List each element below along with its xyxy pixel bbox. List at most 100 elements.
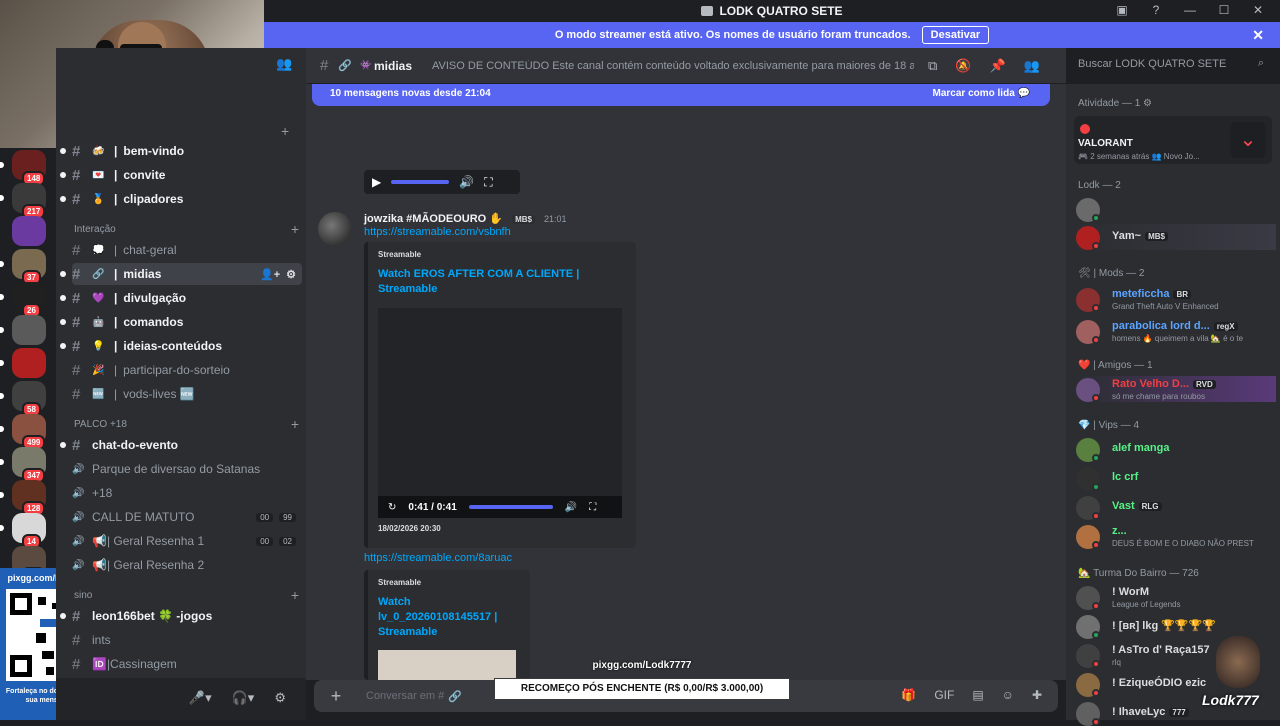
volume-icon[interactable]: 🔊 xyxy=(565,502,577,513)
category-palco[interactable]: PALCO +18 + xyxy=(74,417,299,431)
channel-palco-4[interactable]: 🔊 📢| Geral Resenha 1 00 02 xyxy=(72,530,302,552)
activity-card[interactable]: VALORANT 🎮 2 semanas atrás 👥 Novo Jo... … xyxy=(1074,116,1272,164)
fullscreen-icon[interactable]: ⛶ xyxy=(484,175,492,190)
members-toggle-icon[interactable]: 👥 xyxy=(276,56,296,72)
gear-icon[interactable]: ⚙ xyxy=(286,268,296,281)
minimize-button[interactable]: — xyxy=(1182,3,1198,17)
message-author[interactable]: jowzika #MÃODEOURO ✋ xyxy=(364,213,503,225)
add-attachment-icon[interactable]: + xyxy=(314,686,358,707)
threads-icon[interactable]: ⧉ xyxy=(928,58,937,74)
member-row[interactable]: Vast RLG xyxy=(1076,494,1276,520)
member-row[interactable]: z... DEUS É BOM E O DIABO NÃO PREST xyxy=(1076,523,1276,549)
add-channel-icon[interactable]: + xyxy=(291,588,299,602)
add-channel-icon[interactable]: + xyxy=(281,124,289,138)
headphones-icon[interactable]: 🎧▾ xyxy=(232,690,255,706)
message-link[interactable]: https://streamable.com/8aruac xyxy=(364,552,512,564)
member-row[interactable]: lc crf xyxy=(1076,465,1276,491)
composer-placeholder: Conversar em # xyxy=(366,690,445,702)
channel-top-0[interactable]: # 🍻 | bem-vindo xyxy=(60,140,302,162)
member-row[interactable]: parabolica lord d... regX homens 🔥 queimem… xyxy=(1076,318,1276,344)
channel-cassino-2[interactable]: # 🆔|Cassinagem xyxy=(72,653,302,675)
avatar[interactable] xyxy=(318,212,352,246)
channel-emoji: 🔗 xyxy=(92,268,105,280)
streamer-mode-message: O modo streamer está ativo. Os nomes de … xyxy=(554,29,911,41)
disable-streamer-button[interactable]: Desativar xyxy=(921,26,990,44)
channel-topic[interactable]: AVISO DE CONTEÚDO Este canal contém cont… xyxy=(432,60,914,72)
channel-palco-2[interactable]: 🔊 +18 xyxy=(72,482,302,504)
channel-palco-3[interactable]: 🔊 CALL DE MATUTO 00 99 xyxy=(72,506,302,528)
add-channel-icon[interactable]: + xyxy=(291,222,299,236)
search-input[interactable]: Buscar LODK QUATRO SETE ⌕ xyxy=(1068,54,1272,76)
category-cassino[interactable]: sino + xyxy=(74,588,299,602)
close-icon[interactable]: ✕ xyxy=(1252,22,1264,48)
video-thumbnail[interactable] xyxy=(378,650,516,680)
member-row[interactable]: alef manga xyxy=(1076,436,1276,462)
video-progress[interactable] xyxy=(468,505,553,509)
fullscreen-icon[interactable]: ⛶ xyxy=(589,502,596,513)
channel-interacao-3[interactable]: # 🤖 | comandos xyxy=(60,311,302,333)
channel-interacao-4[interactable]: # 💡 | ideias-conteúdos xyxy=(60,335,302,357)
member-row[interactable]: ! WorM League of Legends xyxy=(1076,584,1276,610)
gif-icon[interactable]: GIF xyxy=(934,688,954,702)
maximize-button[interactable]: ☐ xyxy=(1216,3,1232,17)
member-tag: BR xyxy=(1173,290,1192,299)
server-icon[interactable]: 58 xyxy=(0,381,46,417)
server-icon[interactable]: 26 xyxy=(0,282,46,318)
audio-progress[interactable] xyxy=(391,180,450,184)
channel-interacao-1[interactable]: # 🔗 | midias 👤+ ⚙ xyxy=(60,263,302,285)
member-row[interactable]: meteficcha BR Grand Theft Auto V Enhanced xyxy=(1076,286,1276,312)
mute-bell-icon[interactable]: 🔕 xyxy=(955,58,971,74)
channel-cassino-0[interactable]: # leon166bet 🍀 -jogos xyxy=(60,605,302,627)
help-icon[interactable]: ? xyxy=(1148,3,1164,17)
channel-interacao-2[interactable]: # 💜 | divulgação xyxy=(60,287,302,309)
server-icon[interactable]: 499 xyxy=(0,414,46,450)
server-icon[interactable]: 128 xyxy=(0,480,46,516)
inbox-icon[interactable]: ▣ xyxy=(1114,3,1130,17)
channel-top-1[interactable]: # 💌 | convite xyxy=(60,164,302,186)
channel-interacao-0[interactable]: # 💭 | chat-geral xyxy=(72,239,302,261)
add-channel-icon[interactable]: + xyxy=(291,417,299,431)
channel-name: bem-vindo xyxy=(123,144,185,158)
invite-icon[interactable]: 👤+ xyxy=(260,268,280,281)
member-row[interactable] xyxy=(1076,196,1276,222)
replay-icon[interactable]: ↻ xyxy=(388,502,396,513)
category-interacao[interactable]: Interação + xyxy=(74,222,299,236)
hash-icon: # xyxy=(72,142,81,160)
channel-palco-0[interactable]: # chat-do-evento xyxy=(60,434,302,456)
channel-interacao-6[interactable]: # 🆕 | vods-lives 🆕 xyxy=(72,383,302,405)
channel-name: convite xyxy=(123,168,166,182)
server-icon[interactable] xyxy=(12,216,46,246)
member-row[interactable]: Yam~ MB$ xyxy=(1076,224,1276,250)
settings-icon[interactable]: ⚙ xyxy=(274,690,286,706)
mark-read-button[interactable]: Marcar como lida xyxy=(933,88,1015,99)
separator: | xyxy=(114,267,118,281)
server-icon[interactable]: 347 xyxy=(0,447,46,483)
server-icon[interactable]: 37 xyxy=(0,249,46,285)
channel-interacao-5[interactable]: # 🎉 | participar-do-sorteio xyxy=(72,359,302,381)
server-icon[interactable] xyxy=(0,348,46,378)
gift-icon[interactable]: 🎁 xyxy=(901,688,916,702)
close-window-button[interactable]: ✕ xyxy=(1250,3,1266,17)
channel-cassino-1[interactable]: # ints xyxy=(72,629,302,651)
server-icon[interactable] xyxy=(0,315,46,345)
server-icon[interactable]: 14 xyxy=(0,513,46,549)
server-icon[interactable]: 217 xyxy=(0,183,46,219)
new-messages-bar[interactable]: 10 mensagens novas desde 21:04 Marcar co… xyxy=(312,84,1050,106)
volume-icon[interactable]: 🔊 xyxy=(459,175,474,189)
channel-top-2[interactable]: # 🏅 | clipadores xyxy=(60,188,302,210)
embed-title[interactable]: Watch lv_0_20260108145517 | Streamable xyxy=(378,595,520,640)
server-icon[interactable]: 148 xyxy=(0,150,46,186)
emoji-icon[interactable]: ☺ xyxy=(1002,688,1014,702)
video-player[interactable]: ↻ 0:41 / 0:41 🔊 ⛶ xyxy=(378,308,622,518)
channel-palco-5[interactable]: 🔊 📢| Geral Resenha 2 xyxy=(72,554,302,576)
channel-palco-1[interactable]: 🔊 Parque de diversao do Satanas xyxy=(72,458,302,480)
member-row[interactable]: Rato Velho D... RVD só me chame para roubo… xyxy=(1076,376,1276,402)
member-list-icon[interactable]: 👥 xyxy=(1024,58,1040,74)
apps-icon[interactable]: ✚ xyxy=(1032,688,1042,702)
embed-title[interactable]: Watch EROS AFTER COM A CLIENTE | Streama… xyxy=(378,267,626,297)
message-link[interactable]: https://streamable.com/vsbnfh xyxy=(364,226,511,238)
play-icon[interactable]: ▶ xyxy=(372,175,381,189)
microphone-icon[interactable]: 🎤▾ xyxy=(189,690,212,706)
sticker-icon[interactable]: ▤ xyxy=(972,688,983,702)
pin-icon[interactable]: 📌 xyxy=(990,58,1006,74)
